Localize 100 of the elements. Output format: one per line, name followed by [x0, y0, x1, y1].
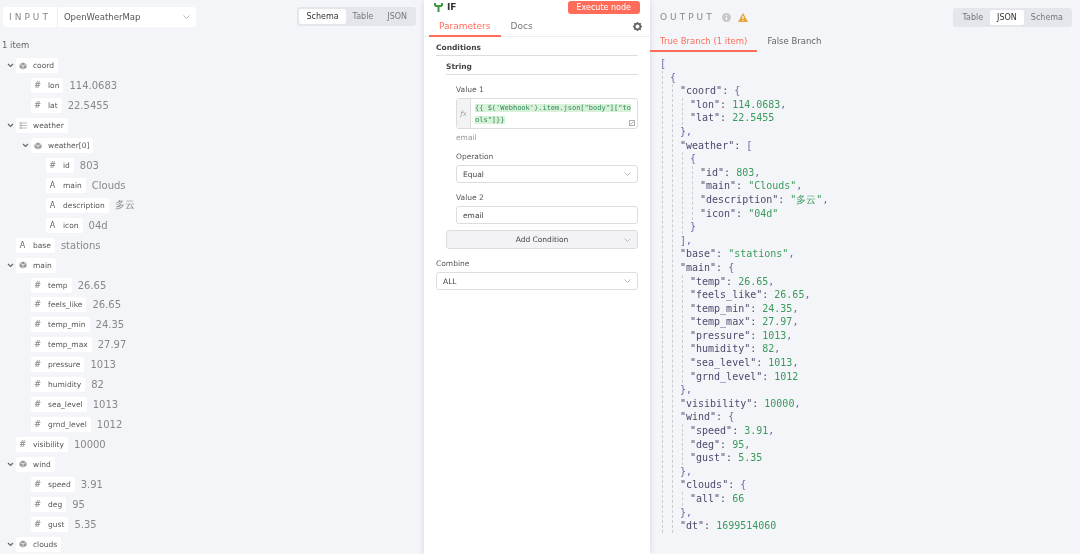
- view-tab[interactable]: Table: [955, 9, 991, 25]
- json-line: "temp": 26.65,: [690, 274, 776, 289]
- type-symbol: #: [33, 280, 42, 290]
- json-line: "temp_max": 27.97,: [690, 315, 800, 329]
- chevron-icon[interactable]: [6, 262, 14, 268]
- json-line: "gust": 5.35: [690, 451, 764, 465]
- item-count: 1 item: [1, 38, 31, 52]
- json-line: "sea_level": 1013,: [690, 356, 800, 370]
- type-symbol: #: [33, 400, 42, 410]
- field-value: 114.0683: [69, 80, 118, 92]
- panel-tab[interactable]: Parameters: [429, 16, 501, 37]
- field-value: 1012: [96, 418, 123, 430]
- type-symbol: #: [33, 300, 42, 310]
- type-symbol: #: [33, 320, 42, 330]
- branch-tab[interactable]: True Branch (1 item): [650, 32, 758, 52]
- json-line: "clouds": {: [680, 478, 748, 492]
- field-value: 3.91: [80, 478, 103, 490]
- caret-icon: [624, 237, 631, 242]
- field-value: 95: [72, 498, 85, 510]
- type-symbol: #: [33, 101, 42, 111]
- json-line: "pressure": 1013,: [690, 328, 794, 343]
- type-symbol: #: [33, 360, 42, 370]
- type-symbol: #: [33, 380, 42, 390]
- field-value: 22.5455: [67, 100, 109, 112]
- json-line: {: [670, 70, 678, 85]
- type-symbol: A: [48, 220, 57, 230]
- json-line: "base": "stations",: [680, 247, 796, 261]
- json-line: }: [690, 220, 698, 234]
- panel-label: INPUT: [3, 6, 58, 27]
- json-line: [: [660, 57, 668, 71]
- caret-icon: [182, 14, 190, 19]
- chevron-icon[interactable]: [6, 63, 14, 69]
- type-symbol: A: [18, 240, 27, 250]
- chevron-icon[interactable]: [6, 541, 14, 547]
- type-symbol: #: [18, 439, 27, 449]
- type-symbol: #: [33, 81, 42, 91]
- branch-icon: [434, 2, 443, 12]
- type-symbol: #: [33, 519, 42, 529]
- json-line: {: [690, 152, 698, 166]
- field-value: 803: [79, 160, 99, 171]
- view-tab[interactable]: Schema: [1023, 9, 1070, 25]
- view-tab[interactable]: Schema: [299, 9, 346, 25]
- view-tab[interactable]: JSON: [380, 9, 414, 25]
- json-line: "all": 66: [690, 492, 746, 506]
- type-symbol: #: [33, 340, 42, 350]
- branch-tab[interactable]: False Branch: [757, 32, 832, 52]
- type-symbol: #: [33, 419, 42, 429]
- field-value: 多云: [114, 198, 135, 213]
- json-line: "grnd_level": 1012: [690, 369, 800, 384]
- json-line: "feels_like": 26.65,: [690, 288, 812, 302]
- type-symbol: A: [48, 180, 57, 190]
- chevron-icon[interactable]: [6, 123, 14, 129]
- field-value: 26.65: [77, 279, 107, 291]
- panel-label: OUTPUT: [660, 12, 715, 22]
- json-line: "humidity": 82,: [690, 342, 782, 357]
- field-value: 1013: [92, 399, 119, 411]
- field-value: 5.35: [74, 518, 97, 530]
- json-line: "lat": 22.5455: [690, 111, 776, 125]
- chevron-icon[interactable]: [21, 143, 29, 149]
- json-line: "coord": {: [680, 84, 742, 98]
- json-line: "icon": "04d": [700, 206, 780, 221]
- settings-icon[interactable]: [633, 22, 642, 31]
- type-symbol: #: [33, 479, 42, 489]
- panel-tab[interactable]: Docs: [500, 16, 543, 37]
- json-line: },: [680, 464, 694, 479]
- json-line: "dt": 1699514060: [680, 519, 778, 533]
- json-line: "description": "多云",: [700, 192, 830, 207]
- json-line: "temp_min": 24.35,: [690, 301, 800, 316]
- chevron-icon[interactable]: [6, 461, 14, 467]
- json-line: "main": "Clouds",: [700, 179, 804, 193]
- json-line: },: [680, 383, 694, 397]
- json-line: "wind": {: [680, 410, 736, 425]
- view-tab[interactable]: Table: [345, 9, 381, 25]
- field-value: 24.35: [95, 319, 125, 331]
- json-line: "weather": [: [680, 138, 754, 153]
- caret-icon: [624, 279, 631, 283]
- json-line: },: [680, 124, 694, 139]
- type-symbol: #: [48, 161, 57, 170]
- json-line: "speed": 3.91,: [690, 424, 776, 438]
- info-icon: [721, 12, 731, 22]
- type-symbol: A: [48, 200, 57, 210]
- field-value: 04d: [88, 219, 108, 231]
- caret-icon: [624, 172, 631, 176]
- field-value: 82: [91, 379, 104, 391]
- json-line: },: [680, 505, 694, 520]
- field-value: 27.97: [97, 339, 127, 351]
- type-symbol: #: [33, 499, 42, 509]
- view-tab[interactable]: JSON: [990, 9, 1024, 25]
- execute-button[interactable]: Execute node: [567, 0, 640, 14]
- json-line: "main": {: [680, 260, 736, 275]
- json-line: "lon": 114.0683,: [690, 97, 788, 112]
- list-icon: [18, 122, 27, 130]
- json-line: "visibility": 10000,: [680, 396, 802, 411]
- field-value: 10000: [73, 438, 106, 450]
- field-value: 1013: [90, 359, 116, 371]
- json-line: "id": 803,: [700, 165, 762, 180]
- json-line: "deg": 95,: [690, 437, 752, 452]
- field-value: 26.65: [92, 299, 122, 311]
- node-title: IF: [434, 2, 457, 12]
- source-select[interactable]: OpenWeatherMap: [57, 6, 196, 27]
